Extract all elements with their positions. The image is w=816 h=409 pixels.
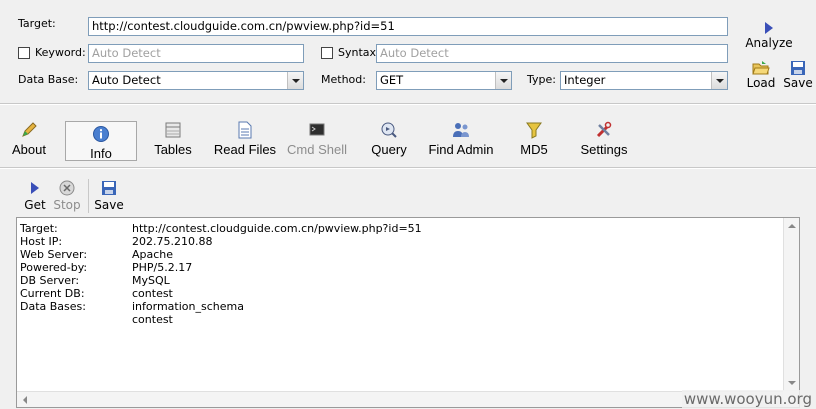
output-value: information_schema	[132, 300, 244, 313]
tab-settings[interactable]: Settings	[579, 121, 629, 161]
keyword-label: Keyword:	[35, 46, 86, 59]
play-icon	[31, 182, 39, 194]
tab-label: Read Files	[213, 142, 277, 157]
tab-label: Find Admin	[428, 142, 494, 157]
tab-info[interactable]: Info	[65, 121, 137, 161]
output-row: Host IP: 202.75.210.88	[20, 235, 212, 248]
database-label: Data Base:	[18, 73, 79, 86]
tab-label: Info	[90, 146, 112, 161]
method-select[interactable]: GET	[376, 71, 512, 90]
method-label: Method:	[321, 73, 366, 86]
stop-button[interactable]: Stop	[52, 180, 82, 212]
tab-md5[interactable]: MD5	[515, 121, 553, 161]
database-select-value: Auto Detect	[92, 73, 161, 87]
floppy-disk-icon	[102, 181, 116, 195]
chevron-down-icon[interactable]	[495, 72, 511, 89]
output-save-button[interactable]: Save	[94, 180, 124, 212]
tab-label: MD5	[520, 142, 548, 157]
output-value: contest	[132, 287, 173, 300]
pencil-icon	[22, 122, 37, 137]
stop-icon	[59, 180, 75, 196]
scroll-down-icon[interactable]	[788, 381, 796, 385]
output-key: Powered-by:	[20, 261, 88, 274]
output-row: Web Server: Apache	[20, 248, 173, 261]
output-key: Target:	[20, 222, 58, 235]
output-value: MySQL	[132, 274, 170, 287]
tab-read-files[interactable]: Read Files	[212, 121, 278, 161]
target-input[interactable]: http://contest.cloudguide.com.cn/pwview.…	[88, 17, 728, 36]
tab-cmd-shell[interactable]: Cmd Shell	[286, 121, 348, 161]
output-row: Current DB: contest	[20, 287, 173, 300]
output-value: http://contest.cloudguide.com.cn/pwview.…	[132, 222, 422, 235]
scroll-left-icon[interactable]	[23, 396, 27, 404]
output-key: Current DB:	[20, 287, 85, 300]
floppy-disk-icon	[791, 61, 805, 75]
divider	[0, 104, 816, 105]
tools-icon	[596, 121, 612, 138]
funnel-icon	[526, 122, 542, 139]
output-key: DB Server:	[20, 274, 80, 287]
output-value: contest	[132, 313, 173, 326]
output-row: Powered-by: PHP/5.2.17	[20, 261, 192, 274]
play-icon	[765, 22, 773, 34]
load-label: Load	[746, 76, 776, 90]
horizontal-scrollbar[interactable]	[17, 391, 783, 407]
output-value: Apache	[132, 248, 174, 261]
tab-label: Query	[371, 142, 407, 157]
save-button[interactable]: Save	[782, 60, 814, 90]
output-value: 202.75.210.88	[132, 235, 213, 248]
stop-label: Stop	[53, 198, 81, 212]
output-row: Data Bases: information_schema	[20, 300, 244, 313]
output-row: contest	[20, 313, 173, 326]
output-value: PHP/5.2.17	[132, 261, 193, 274]
output-panel[interactable]: Target: http://contest.cloudguide.com.cn/…	[16, 217, 800, 408]
output-row: DB Server: MySQL	[20, 274, 170, 287]
method-select-value: GET	[380, 73, 404, 87]
get-button[interactable]: Get	[22, 180, 48, 212]
save-label: Save	[783, 76, 813, 90]
analyze-button[interactable]: Analyze	[744, 20, 794, 50]
chevron-down-icon[interactable]	[711, 72, 727, 89]
database-select[interactable]: Auto Detect	[88, 71, 304, 90]
tab-about[interactable]: About	[8, 121, 50, 161]
tab-label: About	[12, 142, 46, 157]
type-select-value: Integer	[564, 73, 606, 87]
syntax-input[interactable]: Auto Detect	[376, 44, 728, 63]
type-label: Type:	[527, 73, 556, 86]
type-select[interactable]: Integer	[560, 71, 728, 90]
query-icon	[381, 122, 397, 138]
tab-tables[interactable]: Tables	[150, 121, 196, 161]
tab-label: Cmd Shell	[287, 142, 347, 157]
get-label: Get	[24, 198, 46, 212]
document-icon	[238, 121, 252, 139]
toolbar-separator	[88, 179, 89, 213]
terminal-icon	[309, 123, 325, 136]
load-button[interactable]: Load	[745, 60, 777, 90]
info-icon	[93, 126, 109, 142]
output-row: Target: http://contest.cloudguide.com.cn/…	[20, 222, 422, 235]
target-label: Target:	[18, 17, 56, 30]
divider	[0, 168, 816, 169]
output-save-label: Save	[94, 198, 124, 212]
folder-open-icon	[752, 61, 770, 75]
tab-query[interactable]: Query	[368, 121, 410, 161]
syntax-label: Syntax:	[338, 46, 380, 59]
keyword-checkbox[interactable]	[18, 47, 30, 59]
watermark: www.wooyun.org	[681, 390, 814, 408]
tab-find-admin[interactable]: Find Admin	[425, 121, 497, 161]
keyword-input[interactable]: Auto Detect	[88, 44, 304, 63]
analyze-label: Analyze	[745, 36, 793, 50]
output-key: Web Server:	[20, 248, 88, 261]
scroll-up-icon[interactable]	[788, 224, 796, 228]
table-icon	[165, 122, 181, 138]
output-key: Data Bases:	[20, 300, 86, 313]
users-icon	[453, 123, 469, 137]
output-key: Host IP:	[20, 235, 63, 248]
tab-label: Tables	[154, 142, 192, 157]
chevron-down-icon[interactable]	[287, 72, 303, 89]
syntax-checkbox[interactable]	[321, 47, 333, 59]
tab-label: Settings	[580, 142, 628, 157]
vertical-scrollbar[interactable]	[783, 218, 799, 391]
